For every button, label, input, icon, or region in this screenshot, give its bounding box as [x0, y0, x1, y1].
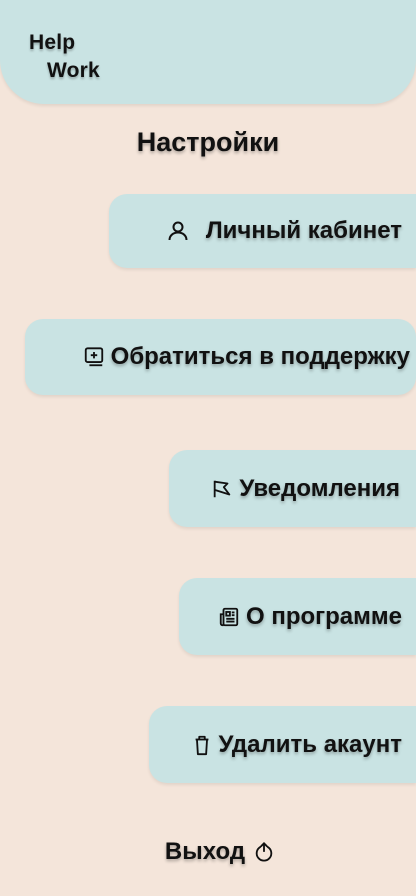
user-icon [166, 219, 190, 243]
notifications-button[interactable]: Уведомления [169, 450, 416, 527]
logo-line-help: Help [29, 31, 76, 54]
header-bar: Help Work [0, 0, 416, 104]
add-message-icon [83, 346, 105, 368]
megaphone-icon [211, 478, 233, 500]
logout-button[interactable]: Выход [0, 838, 416, 866]
account-label: Личный кабинет [205, 217, 402, 244]
support-button[interactable]: Обратиться в поддержку [25, 319, 416, 395]
delete-account-button[interactable]: Удалить акаунт [149, 706, 416, 783]
support-label: Обратиться в поддержку [110, 343, 410, 370]
newspaper-icon [218, 606, 240, 628]
about-label: О программе [245, 602, 402, 630]
trash-icon [191, 733, 213, 757]
notifications-label: Уведомления [239, 474, 400, 502]
delete-account-label: Удалить акаунт [218, 730, 402, 758]
page-title: Настройки [136, 127, 280, 157]
settings-screen: Help Work Настройки Личный кабинет Обрат… [0, 0, 416, 896]
logo-line-work: Work [47, 59, 100, 82]
account-button[interactable]: Личный кабинет [109, 194, 416, 268]
logout-label: Выход [164, 838, 246, 865]
about-button[interactable]: О программе [179, 578, 416, 655]
power-icon [253, 841, 275, 863]
